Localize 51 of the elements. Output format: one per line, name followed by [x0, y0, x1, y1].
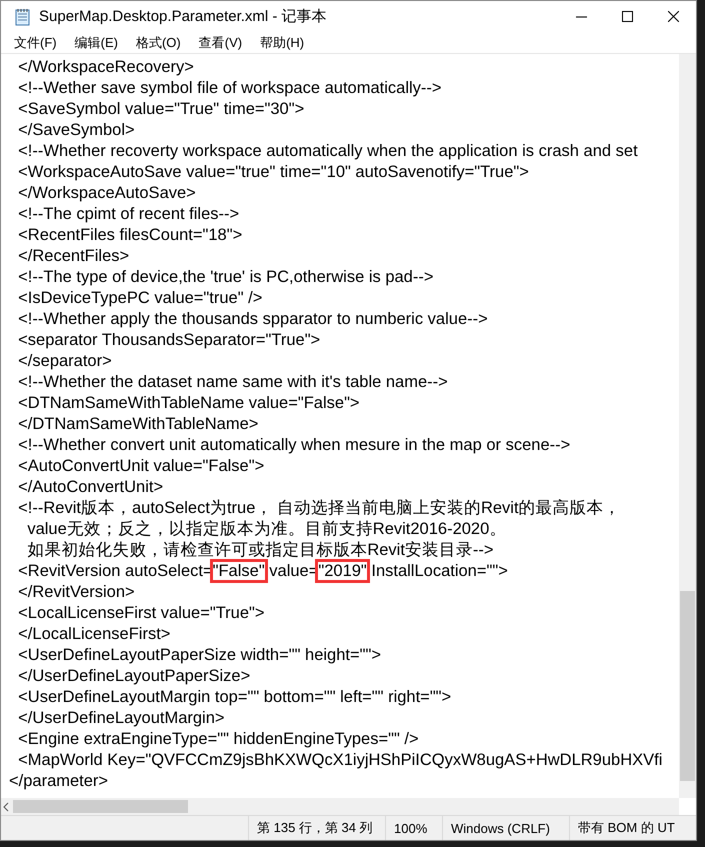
text-line: <UserDefineLayoutMargin top="" bottom="" left="" right="">	[17, 687, 452, 708]
status-text: 带有 BOM 的 UT	[569, 816, 696, 840]
menu-item[interactable]: 查看(V)	[190, 32, 252, 53]
status-text: 100%	[385, 816, 442, 840]
maximize-icon	[622, 11, 632, 22]
text-line: <!--Whether convert unit automatically when mesure in the map or scene-->	[17, 435, 570, 456]
text-line: </SaveSymbol>	[17, 120, 135, 141]
status-text: 第 135 行，第 34 列	[248, 816, 385, 840]
menu-item[interactable]: 文件(F)	[5, 32, 66, 53]
status-text: Windows (CRLF)	[442, 816, 569, 840]
text-line: </RecentFiles>	[17, 246, 130, 267]
text-line: <SaveSymbol value="True" time="30">	[17, 99, 304, 120]
scroll-left-icon	[1, 802, 11, 812]
notepad-icon	[15, 8, 31, 26]
text-line: <DTNamSameWithTableName value="False">	[17, 393, 360, 414]
text-line: </WorkspaceRecovery>	[17, 57, 194, 78]
text-line: <RecentFiles filesCount="18">	[17, 225, 242, 246]
window-title: SuperMap.Desktop.Parameter.xml - 记事本	[39, 7, 328, 26]
text-line: <!--Whether apply the thousands spparator to numberic value-->	[17, 309, 488, 330]
text-line: <RevitVersion autoSelect="False" value="2019" InstallLocation="">	[9, 561, 508, 582]
text-line: <AutoConvertUnit value="False">	[17, 456, 264, 477]
text-line: <LocalLicenseFirst value="True">	[17, 603, 265, 624]
text-line: <MapWorld Key="QVFCCmZ9jsBhKXWQcX1iyjHShPiICQyxW8ugAS+HwDLR9ubHXVfi	[17, 750, 662, 771]
text-line: </UserDefineLayoutMargin>	[17, 708, 225, 729]
text-line: </AutoConvertUnit>	[17, 477, 164, 498]
text-line: </DTNamSameWithTableName>	[17, 414, 258, 435]
menu-item[interactable]: 编辑(E)	[66, 32, 127, 53]
text-line: </UserDefineLayoutPaperSize>	[17, 666, 250, 687]
text-line: </RevitVersion>	[17, 582, 135, 603]
text-line: <!--Whether the dataset name same with it's table name-->	[17, 372, 448, 393]
text-line: 如果初始化失败，请检查许可或指定目标版本Revit安装目录-->	[26, 540, 494, 561]
text-line: <!--Revit版本，autoSelect为true， 自动选择当前电脑上安装的Revit的最高版本，	[17, 498, 621, 519]
text-line: <separator ThousandsSeparator="True">	[17, 330, 320, 351]
vertical-scrollbar[interactable]	[679, 54, 696, 798]
text-line: </separator>	[17, 351, 112, 372]
text-line: <Engine extraEngineType="" hiddenEngineTypes="" />	[17, 729, 419, 750]
text-line: <WorkspaceAutoSave value="true" time="10" autoSavenotify="True">	[17, 162, 529, 183]
text-line: <!--The type of device,the 'true' is PC,otherwise is pad-->	[17, 267, 434, 288]
horizontal-scrollbar[interactable]	[1, 798, 679, 815]
text-line: <UserDefineLayoutPaperSize width="" height="">	[17, 645, 381, 666]
text-line: <!--The cpimt of recent files-->	[17, 204, 240, 225]
text-line: </LocalLicenseFirst>	[17, 624, 170, 645]
text-line: <!--Wether save symbol file of workspace automatically-->	[17, 78, 442, 99]
menu-item[interactable]: 格式(O)	[126, 32, 190, 53]
menu-item[interactable]: 帮助(H)	[251, 32, 314, 53]
text-line: </parameter>	[9, 771, 108, 792]
close-icon	[668, 11, 678, 22]
text-line: value无效；反之，以指定版本为准。目前支持Revit2016-2020。	[26, 519, 506, 540]
text-line: <!--Whether recoverty workspace automatically when the application is crash and set	[17, 141, 638, 162]
text-line: <IsDeviceTypePC value="true" />	[17, 288, 262, 309]
text-line: </WorkspaceAutoSave>	[17, 183, 196, 204]
